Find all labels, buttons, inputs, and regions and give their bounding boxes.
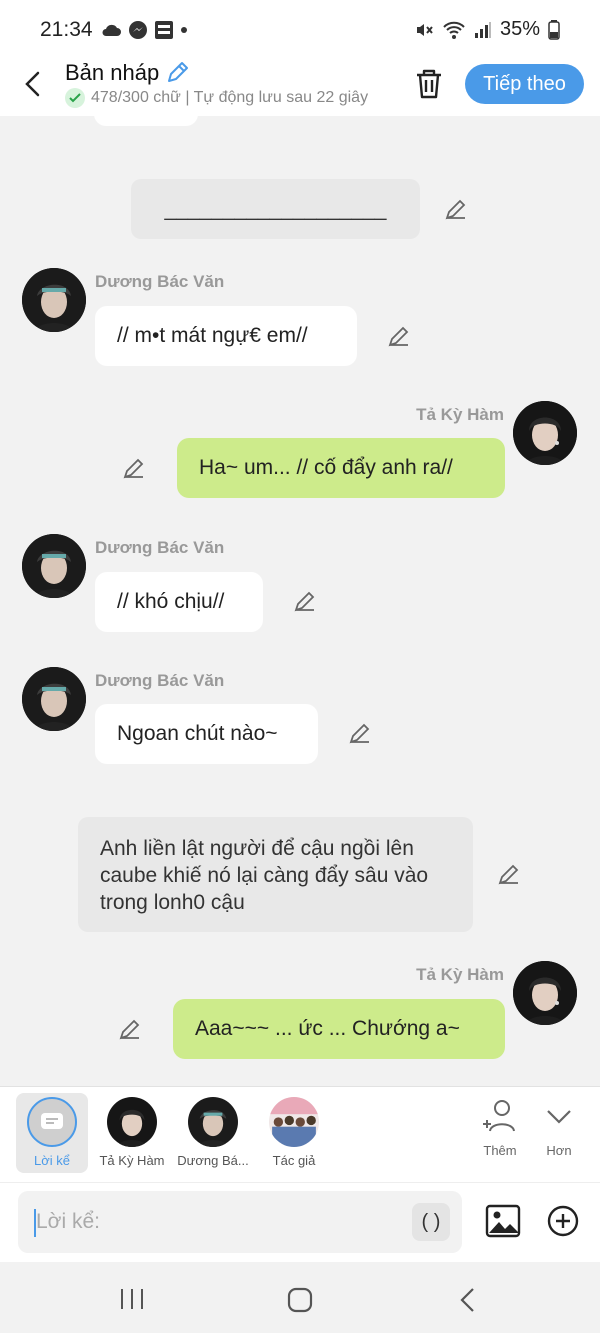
character-bar: Lời kể Tả Kỳ Hàm Dương Bá... Tác giả Thê… (0, 1086, 600, 1182)
avatar-duong-bac-van[interactable] (22, 268, 86, 332)
back-arrow-icon[interactable] (22, 70, 44, 98)
status-time: 21:34 (40, 18, 93, 41)
home-icon[interactable] (287, 1287, 313, 1313)
avatar (107, 1097, 157, 1147)
character-label: Tả Kỳ Hàm (99, 1153, 165, 1168)
dot-icon (181, 27, 187, 33)
messenger-icon (129, 21, 147, 39)
check-icon (65, 88, 85, 108)
edit-pencil-icon[interactable] (386, 323, 412, 349)
recent-apps-icon[interactable] (118, 1287, 146, 1311)
sender-name: Dương Bác Văn (95, 272, 225, 291)
composer: ( ) (0, 1182, 600, 1262)
narration-icon (27, 1097, 77, 1147)
system-nav-bar (0, 1262, 600, 1333)
avatar (188, 1097, 238, 1147)
header: Bản nháp 478/300 chữ | Tự động lưu sau 2… (0, 58, 600, 116)
edit-pencil-icon[interactable] (496, 861, 522, 887)
character-author[interactable]: Tác giả (258, 1093, 330, 1173)
next-button[interactable]: Tiếp theo (465, 64, 584, 104)
character-duong-bac-van[interactable]: Dương Bá... (177, 1093, 249, 1173)
character-label: Dương Bá... (177, 1153, 249, 1168)
edit-pencil-icon[interactable] (121, 455, 147, 481)
avatar (269, 1097, 319, 1147)
sender-name: Dương Bác Văn (95, 671, 225, 690)
narration-bubble[interactable]: Anh liền lật người để cậu ngồi lên caube… (78, 817, 473, 932)
wifi-icon (443, 21, 465, 39)
edit-pencil-icon[interactable] (443, 196, 469, 222)
battery-percent: 35% (499, 18, 540, 40)
message-bubble[interactable]: // khó chịu// (95, 572, 263, 632)
save-status: 478/300 chữ | Tự động lưu sau 22 giây (65, 88, 395, 108)
character-label: Tác giả (272, 1153, 316, 1168)
character-label: Lời kể (34, 1153, 70, 1168)
chat-area[interactable]: ___________________ Dương Bác Văn // m•t… (0, 116, 600, 1086)
avatar-ta-ky-ham[interactable] (513, 961, 577, 1025)
previous-bubble-stub (94, 116, 198, 126)
status-bar: 21:34 35% (0, 0, 600, 60)
more-button[interactable]: Hơn (544, 1097, 574, 1158)
avatar-duong-bac-van[interactable] (22, 667, 86, 731)
message-input[interactable] (18, 1210, 378, 1234)
cloud-icon (102, 24, 121, 36)
message-bubble[interactable]: Aaa~~~ ... ức ... Chướng a~ (173, 999, 505, 1059)
message-bubble[interactable]: Ngoan chút nào~ (95, 704, 318, 764)
edit-title-icon[interactable] (165, 61, 189, 85)
sender-name: Tả Kỳ Hàm (416, 965, 504, 984)
baomoi-icon (155, 21, 173, 39)
edit-pencil-icon[interactable] (117, 1016, 143, 1042)
character-narrator[interactable]: Lời kể (16, 1093, 88, 1173)
paren-button[interactable]: ( ) (412, 1203, 450, 1241)
back-nav-icon[interactable] (458, 1286, 478, 1314)
narration-bubble[interactable]: ___________________ (131, 179, 420, 239)
sender-name: Dương Bác Văn (95, 538, 225, 557)
add-person-icon (483, 1100, 515, 1132)
chevron-down-icon (547, 1110, 571, 1124)
avatar-ta-ky-ham[interactable] (513, 401, 577, 465)
message-bubble[interactable]: // m•t mát ngự€ em// (95, 306, 357, 366)
signal-icon (474, 21, 491, 38)
mute-icon (416, 23, 433, 36)
sender-name: Tả Kỳ Hàm (416, 405, 504, 424)
message-bubble[interactable]: Ha~ um... // cố đẩy anh ra// (177, 438, 505, 498)
trash-icon[interactable] (414, 68, 444, 100)
page-title[interactable]: Bản nháp (65, 60, 189, 86)
text-cursor (34, 1209, 36, 1237)
image-icon[interactable] (485, 1203, 521, 1239)
add-circle-icon[interactable] (546, 1204, 580, 1238)
character-ta-ky-ham[interactable]: Tả Kỳ Hàm (96, 1093, 168, 1173)
edit-pencil-icon[interactable] (347, 720, 373, 746)
add-character-button[interactable]: Thêm (480, 1097, 520, 1158)
battery-icon (548, 19, 560, 40)
message-input-box[interactable]: ( ) (18, 1191, 462, 1253)
edit-pencil-icon[interactable] (292, 588, 318, 614)
avatar-duong-bac-van[interactable] (22, 534, 86, 598)
